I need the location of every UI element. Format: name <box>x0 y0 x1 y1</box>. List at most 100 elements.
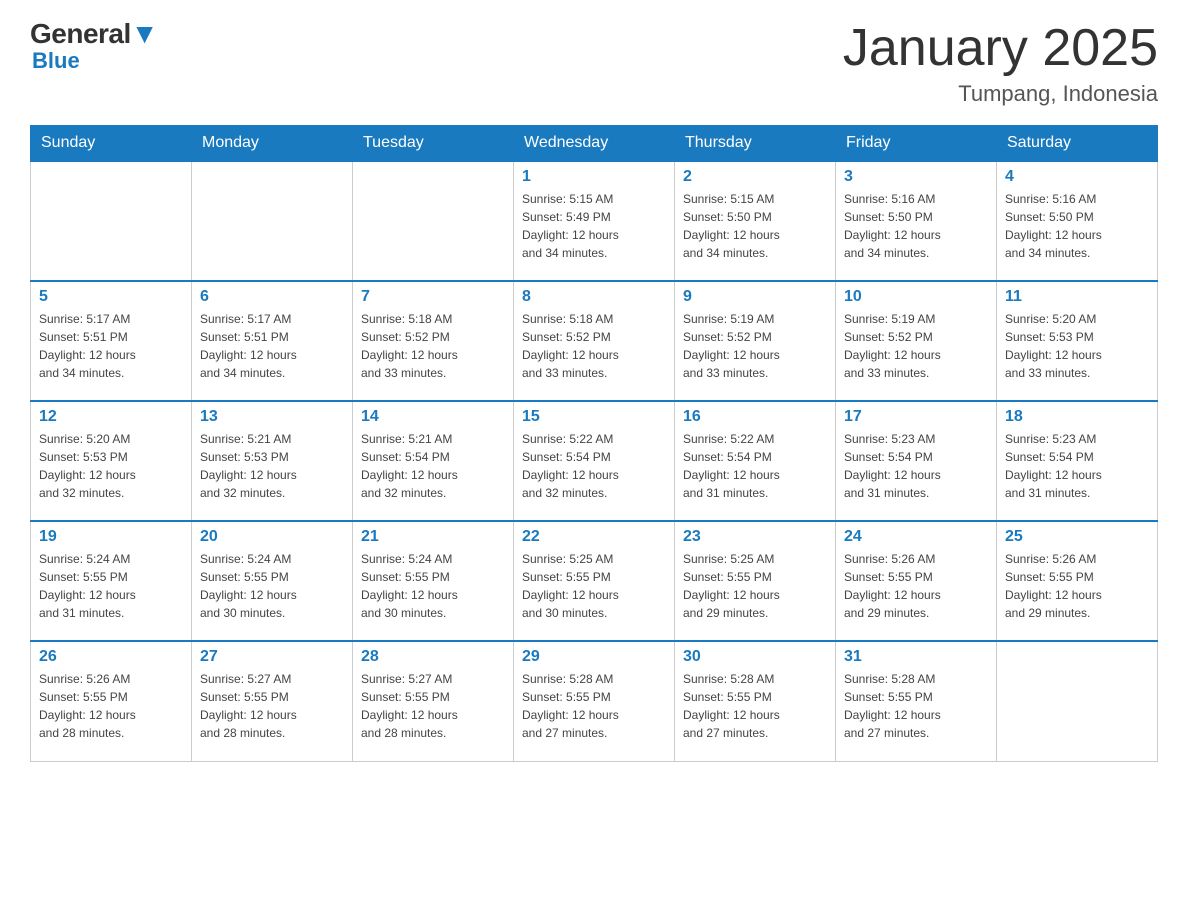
table-row: 5 Sunrise: 5:17 AMSunset: 5:51 PMDaylight… <box>31 281 192 401</box>
day-info: Sunrise: 5:18 AMSunset: 5:52 PMDaylight:… <box>361 310 505 382</box>
logo-triangle-icon: ▼ <box>131 18 158 49</box>
col-saturday: Saturday <box>997 126 1158 162</box>
day-number: 29 <box>522 648 666 666</box>
day-number: 22 <box>522 528 666 546</box>
table-row: 8 Sunrise: 5:18 AMSunset: 5:52 PMDaylight… <box>514 281 675 401</box>
day-number: 13 <box>200 408 344 426</box>
table-row: 14 Sunrise: 5:21 AMSunset: 5:54 PMDayligh… <box>353 401 514 521</box>
day-number: 5 <box>39 288 183 306</box>
day-info: Sunrise: 5:25 AMSunset: 5:55 PMDaylight:… <box>522 550 666 622</box>
table-row: 30 Sunrise: 5:28 AMSunset: 5:55 PMDayligh… <box>675 641 836 761</box>
col-sunday: Sunday <box>31 126 192 162</box>
table-row <box>997 641 1158 761</box>
month-title: January 2025 <box>843 20 1158 77</box>
table-row: 3Sunrise: 5:16 AMSunset: 5:50 PMDaylight… <box>836 161 997 281</box>
table-row: 12 Sunrise: 5:20 AMSunset: 5:53 PMDayligh… <box>31 401 192 521</box>
logo: General▼ Blue <box>30 20 158 72</box>
day-number: 12 <box>39 408 183 426</box>
day-number: 10 <box>844 288 988 306</box>
day-info: Sunrise: 5:21 AMSunset: 5:53 PMDaylight:… <box>200 430 344 502</box>
day-info: Sunrise: 5:20 AMSunset: 5:53 PMDaylight:… <box>1005 310 1149 382</box>
calendar-week-row: 1 Sunrise: 5:15 AMSunset: 5:49 PMDaylight… <box>31 161 1158 281</box>
day-info: Sunrise: 5:26 AMSunset: 5:55 PMDaylight:… <box>39 670 183 742</box>
day-number: 26 <box>39 648 183 666</box>
calendar-week-row: 26 Sunrise: 5:26 AMSunset: 5:55 PMDayligh… <box>31 641 1158 761</box>
day-info: Sunrise: 5:19 AMSunset: 5:52 PMDaylight:… <box>683 310 827 382</box>
day-number: 21 <box>361 528 505 546</box>
table-row: 9 Sunrise: 5:19 AMSunset: 5:52 PMDaylight… <box>675 281 836 401</box>
day-info: Sunrise: 5:19 AMSunset: 5:52 PMDaylight:… <box>844 310 988 382</box>
day-info: Sunrise: 5:22 AMSunset: 5:54 PMDaylight:… <box>522 430 666 502</box>
table-row: 6 Sunrise: 5:17 AMSunset: 5:51 PMDaylight… <box>192 281 353 401</box>
logo-general: General▼ <box>30 20 158 48</box>
day-info: Sunrise: 5:27 AMSunset: 5:55 PMDaylight:… <box>200 670 344 742</box>
day-info: Sunrise: 5:17 AMSunset: 5:51 PMDaylight:… <box>200 310 344 382</box>
day-info: Sunrise: 5:15 AMSunset: 5:50 PMDaylight:… <box>683 190 827 262</box>
day-number: 4 <box>1005 168 1149 186</box>
day-info: Sunrise: 5:18 AMSunset: 5:52 PMDaylight:… <box>522 310 666 382</box>
day-number: 6 <box>200 288 344 306</box>
day-info: Sunrise: 5:27 AMSunset: 5:55 PMDaylight:… <box>361 670 505 742</box>
day-number: 2 <box>683 168 827 186</box>
table-row: 4 Sunrise: 5:16 AMSunset: 5:50 PMDaylight… <box>997 161 1158 281</box>
day-number: 3 <box>844 168 988 186</box>
day-info: Sunrise: 5:23 AMSunset: 5:54 PMDaylight:… <box>1005 430 1149 502</box>
table-row <box>353 161 514 281</box>
table-row: 19Sunrise: 5:24 AMSunset: 5:55 PMDayligh… <box>31 521 192 641</box>
col-thursday: Thursday <box>675 126 836 162</box>
day-number: 1 <box>522 168 666 186</box>
day-info: Sunrise: 5:28 AMSunset: 5:55 PMDaylight:… <box>844 670 988 742</box>
table-row: 10 Sunrise: 5:19 AMSunset: 5:52 PMDayligh… <box>836 281 997 401</box>
day-info: Sunrise: 5:28 AMSunset: 5:55 PMDaylight:… <box>522 670 666 742</box>
day-number: 11 <box>1005 288 1149 306</box>
table-row: 24 Sunrise: 5:26 AMSunset: 5:55 PMDayligh… <box>836 521 997 641</box>
day-info: Sunrise: 5:26 AMSunset: 5:55 PMDaylight:… <box>1005 550 1149 622</box>
table-row: 16 Sunrise: 5:22 AMSunset: 5:54 PMDayligh… <box>675 401 836 521</box>
col-monday: Monday <box>192 126 353 162</box>
table-row: 20Sunrise: 5:24 AMSunset: 5:55 PMDayligh… <box>192 521 353 641</box>
table-row: 27 Sunrise: 5:27 AMSunset: 5:55 PMDayligh… <box>192 641 353 761</box>
day-info: Sunrise: 5:17 AMSunset: 5:51 PMDaylight:… <box>39 310 183 382</box>
table-row <box>192 161 353 281</box>
table-row: 21 Sunrise: 5:24 AMSunset: 5:55 PMDayligh… <box>353 521 514 641</box>
day-number: 25 <box>1005 528 1149 546</box>
day-info: Sunrise: 5:20 AMSunset: 5:53 PMDaylight:… <box>39 430 183 502</box>
day-number: 27 <box>200 648 344 666</box>
day-number: 19 <box>39 528 183 546</box>
day-number: 16 <box>683 408 827 426</box>
table-row: 2 Sunrise: 5:15 AMSunset: 5:50 PMDaylight… <box>675 161 836 281</box>
day-number: 23 <box>683 528 827 546</box>
title-area: January 2025 Tumpang, Indonesia <box>843 20 1158 107</box>
table-row: 29 Sunrise: 5:28 AMSunset: 5:55 PMDayligh… <box>514 641 675 761</box>
table-row: 13 Sunrise: 5:21 AMSunset: 5:53 PMDayligh… <box>192 401 353 521</box>
day-number: 24 <box>844 528 988 546</box>
table-row: 17Sunrise: 5:23 AMSunset: 5:54 PMDayligh… <box>836 401 997 521</box>
day-number: 8 <box>522 288 666 306</box>
day-info: Sunrise: 5:24 AMSunset: 5:55 PMDaylight:… <box>361 550 505 622</box>
day-info: Sunrise: 5:16 AMSunset: 5:50 PMDaylight:… <box>1005 190 1149 262</box>
col-friday: Friday <box>836 126 997 162</box>
logo-blue: Blue <box>32 50 80 72</box>
calendar-table: Sunday Monday Tuesday Wednesday Thursday… <box>30 125 1158 762</box>
day-number: 9 <box>683 288 827 306</box>
day-number: 18 <box>1005 408 1149 426</box>
day-info: Sunrise: 5:23 AMSunset: 5:54 PMDaylight:… <box>844 430 988 502</box>
col-tuesday: Tuesday <box>353 126 514 162</box>
day-info: Sunrise: 5:25 AMSunset: 5:55 PMDaylight:… <box>683 550 827 622</box>
day-info: Sunrise: 5:28 AMSunset: 5:55 PMDaylight:… <box>683 670 827 742</box>
day-info: Sunrise: 5:26 AMSunset: 5:55 PMDaylight:… <box>844 550 988 622</box>
page-header: General▼ Blue January 2025 Tumpang, Indo… <box>30 20 1158 107</box>
table-row: 31Sunrise: 5:28 AMSunset: 5:55 PMDayligh… <box>836 641 997 761</box>
calendar-week-row: 12 Sunrise: 5:20 AMSunset: 5:53 PMDayligh… <box>31 401 1158 521</box>
day-info: Sunrise: 5:15 AMSunset: 5:49 PMDaylight:… <box>522 190 666 262</box>
col-wednesday: Wednesday <box>514 126 675 162</box>
location: Tumpang, Indonesia <box>843 81 1158 107</box>
day-number: 28 <box>361 648 505 666</box>
day-number: 14 <box>361 408 505 426</box>
table-row: 25 Sunrise: 5:26 AMSunset: 5:55 PMDayligh… <box>997 521 1158 641</box>
table-row: 18 Sunrise: 5:23 AMSunset: 5:54 PMDayligh… <box>997 401 1158 521</box>
day-info: Sunrise: 5:21 AMSunset: 5:54 PMDaylight:… <box>361 430 505 502</box>
day-number: 15 <box>522 408 666 426</box>
day-number: 30 <box>683 648 827 666</box>
day-info: Sunrise: 5:22 AMSunset: 5:54 PMDaylight:… <box>683 430 827 502</box>
